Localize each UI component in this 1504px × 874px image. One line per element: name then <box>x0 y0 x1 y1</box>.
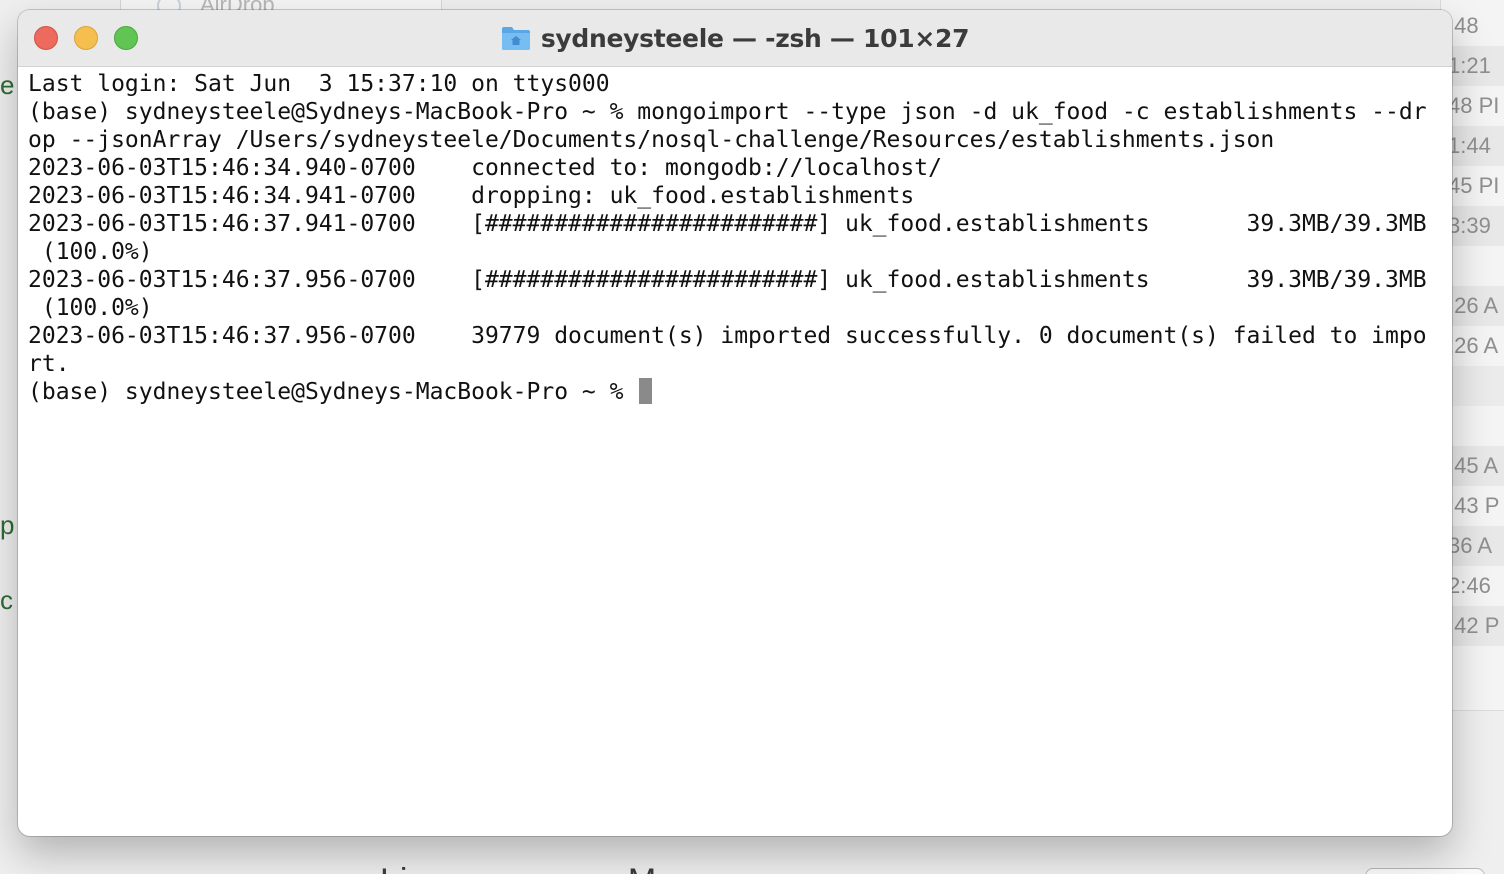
list-item: :43 P <box>1448 493 1500 518</box>
list-item: 2:46 <box>1448 573 1491 598</box>
list-item <box>1448 366 1504 406</box>
list-item: :26 A <box>1448 333 1499 358</box>
list-item: 1:21 <box>1448 46 1504 86</box>
terminal-line: 2023-06-03T15:46:37.956-0700 39779 docum… <box>28 323 1427 349</box>
prompt-line[interactable]: (base) sydneysteele@Sydneys-MacBook-Pro … <box>28 378 1446 406</box>
terminal-output[interactable]: Last login: Sat Jun 3 15:37:10 on ttys00… <box>28 70 1446 830</box>
terminal-line: (base) sydneysteele@Sydneys-MacBook-Pro … <box>28 99 1427 125</box>
terminal-line: op --jsonArray /Users/sydneysteele/Docum… <box>28 127 1275 153</box>
terminal-line: 2023-06-03T15:46:37.941-0700 [##########… <box>28 211 1427 237</box>
list-item <box>1448 406 1504 446</box>
terminal-line: (100.0%) <box>28 295 153 321</box>
terminal-line: 2023-06-03T15:46:37.956-0700 [##########… <box>28 267 1427 293</box>
list-item: 45 PI <box>1448 173 1500 198</box>
background-text-fragment: e <box>0 70 15 100</box>
text-cursor <box>639 378 653 404</box>
list-item: 3:39 <box>1448 206 1504 246</box>
terminal-line: 2023-06-03T15:46:34.941-0700 dropping: u… <box>28 183 915 209</box>
background-button[interactable] <box>1365 868 1485 874</box>
list-item: :45 A <box>1448 446 1504 486</box>
terminal-line: 2023-06-03T15:46:34.940-0700 connected t… <box>28 155 942 181</box>
list-item: 48 PI <box>1448 93 1500 118</box>
terminal-line: Last login: Sat Jun 3 15:37:10 on ttys00… <box>28 71 610 97</box>
home-folder-icon <box>501 27 530 50</box>
terminal-line: rt. <box>28 351 70 377</box>
shell-prompt: (base) sydneysteele@Sydneys-MacBook-Pro … <box>28 379 638 405</box>
list-item: :26 A <box>1448 286 1504 326</box>
background-text-fragment: c <box>0 585 13 615</box>
list-item: :42 P <box>1448 606 1504 646</box>
terminal-line: (100.0%) <box>28 239 153 265</box>
terminal-window[interactable]: sydneysteele — -zsh — 101×27 Last login:… <box>18 10 1452 836</box>
list-item: 36 A <box>1448 526 1504 566</box>
list-item <box>1448 246 1504 286</box>
desktop: AirDrop :48 1:21 48 PI 1:44 45 PI 3:39 :… <box>0 0 1504 874</box>
title-bar[interactable]: sydneysteele — -zsh — 101×27 <box>18 10 1452 67</box>
window-title-group: sydneysteele — -zsh — 101×27 <box>18 10 1452 66</box>
list-item: :48 <box>1448 13 1479 38</box>
background-text-fragment: p <box>0 510 15 540</box>
background-document-text: Li ... ... ... ... ... M... ... ... ... <box>380 862 814 874</box>
list-item: 1:44 <box>1448 126 1504 166</box>
window-title: sydneysteele — -zsh — 101×27 <box>540 23 970 53</box>
